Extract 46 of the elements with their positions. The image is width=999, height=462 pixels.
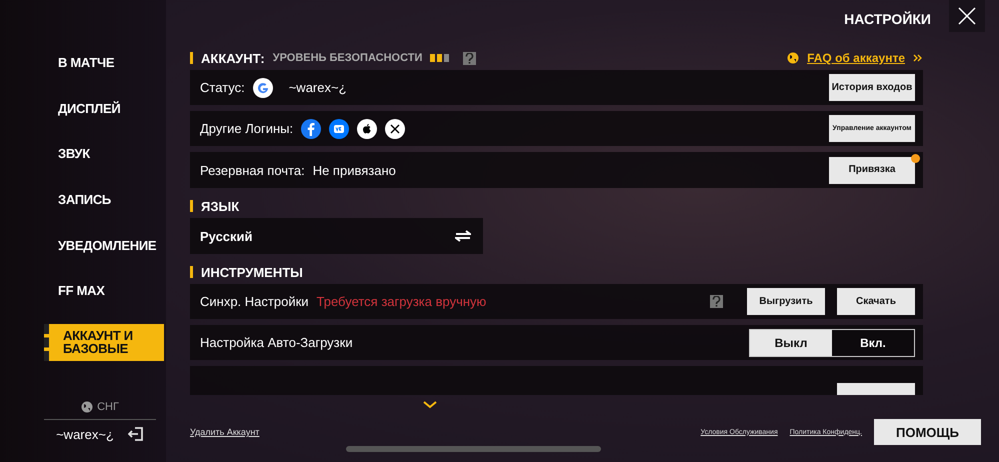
x-logo-icon[interactable] [385,118,406,138]
sidebar-tab[interactable]: FF MAX [44,278,164,304]
globe-icon [787,52,800,64]
logout-icon[interactable] [128,426,144,442]
row-label: Резервная почта: [200,162,305,178]
sidebar-tab[interactable]: УВЕДОМЛЕНИЕ [44,232,164,258]
help-button[interactable]: ПОМОЩЬ [874,419,981,445]
account-name: ~warex~¿ [288,80,347,95]
page-title: НАСТРОЙКИ [844,11,931,27]
swap-icon [455,230,471,242]
sidebar-tab[interactable]: В МАТЧЕ [44,50,164,76]
facebook-logo-icon[interactable] [301,118,322,138]
upload-button[interactable]: Выгрузить [747,288,825,315]
google-logo-icon [252,78,273,98]
language-selector[interactable]: Русский [190,218,483,254]
row-label: Другие Логины: [200,121,294,136]
email-status: Не привязано [312,162,396,178]
sidebar-tab[interactable]: ДИСПЛЕЙ [44,96,164,122]
row-button[interactable]: История входов [829,74,915,101]
security-label: УРОВЕНЬ БЕЗОПАСНОСТИ [272,52,422,64]
globe-icon [81,401,94,413]
help-icon[interactable] [463,52,476,64]
chevron-down-icon[interactable] [422,401,436,409]
help-icon[interactable] [710,295,723,308]
sidebar-tab[interactable]: ЗВУК [44,141,164,167]
close-button[interactable] [949,0,985,32]
sidebar-tab[interactable]: АККАУНТ И БАЗОВЫЕ [44,324,164,362]
row-label: Статус: [200,80,245,95]
double-chevron-icon [913,54,923,62]
row-button[interactable]: Привязка [829,156,915,184]
close-icon[interactable] [957,6,977,26]
warning-text: Требуется загрузка вручную [316,294,486,309]
delete-account-link[interactable]: Удалить Аккаунт [190,427,260,437]
section-title: ЯЗЫК [201,198,240,214]
apple-logo-icon[interactable] [357,118,378,138]
section-title: АККАУНТ: [201,50,265,66]
username: ~warex~¿ [56,426,114,442]
row-label: Настройка Авто-Загрузки [200,335,353,350]
vk-logo-icon[interactable] [329,118,350,138]
toggle-option[interactable]: Выкл [750,330,832,356]
sidebar-tab[interactable]: ЗАПИСЬ [44,186,164,213]
download-button[interactable]: Скачать [837,288,915,315]
section-title: ИНСТРУМЕНТЫ [201,264,303,280]
row-label: Синхр. Настройки [200,294,309,309]
region-label: СНГ [44,401,156,420]
faq-link[interactable]: FAQ об аккаунте [807,51,905,65]
